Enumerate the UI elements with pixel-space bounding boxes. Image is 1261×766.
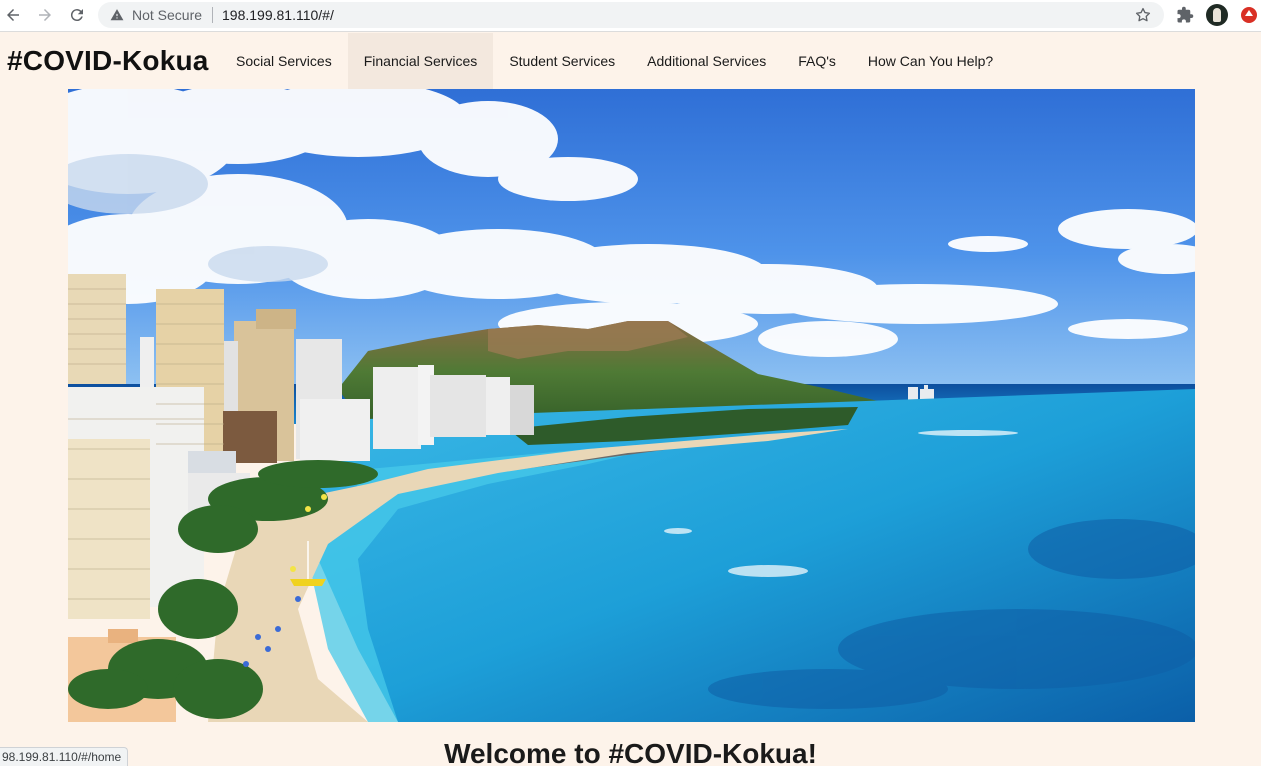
back-arrow-icon [7, 9, 19, 21]
extensions-puzzle-icon[interactable] [1176, 6, 1194, 24]
site-header: #COVID-Kokua Social Services Financial S… [0, 33, 1261, 89]
profile-avatar[interactable] [1206, 4, 1228, 26]
menu-item-how-can-you-help[interactable]: How Can You Help? [852, 33, 1009, 89]
link-status-bubble: 98.199.81.110/#/home [0, 747, 129, 766]
address-bar[interactable]: Not Secure 198.199.81.110/#/ [98, 2, 1164, 28]
welcome-heading: Welcome to #COVID-Kokua! [444, 738, 817, 766]
forward-arrow-icon [39, 9, 51, 21]
site-brand[interactable]: #COVID-Kokua [7, 45, 209, 77]
url-text[interactable]: 198.199.81.110/#/ [222, 7, 334, 23]
bookmark-star-icon[interactable] [1134, 6, 1152, 24]
menu-item-additional-services[interactable]: Additional Services [631, 33, 782, 89]
menu-item-faqs[interactable]: FAQ's [782, 33, 852, 89]
menu-item-social-services[interactable]: Social Services [220, 33, 348, 89]
hero-image [68, 89, 1195, 722]
forward-button[interactable] [34, 4, 56, 26]
menu-item-financial-services[interactable]: Financial Services [347, 33, 494, 89]
reload-icon [70, 9, 83, 22]
browser-toolbar: Not Secure 198.199.81.110/#/ [0, 0, 1261, 32]
back-button[interactable] [2, 4, 24, 26]
warning-triangle-icon [110, 9, 124, 21]
reload-button[interactable] [66, 4, 88, 26]
security-label[interactable]: Not Secure [132, 7, 202, 23]
main-menu: Social Services Financial Services Stude… [220, 33, 1009, 89]
waikiki-beach-illustration [68, 89, 1195, 722]
update-icon[interactable] [1241, 7, 1257, 23]
omnibox-divider [212, 7, 213, 23]
menu-item-student-services[interactable]: Student Services [493, 33, 631, 89]
